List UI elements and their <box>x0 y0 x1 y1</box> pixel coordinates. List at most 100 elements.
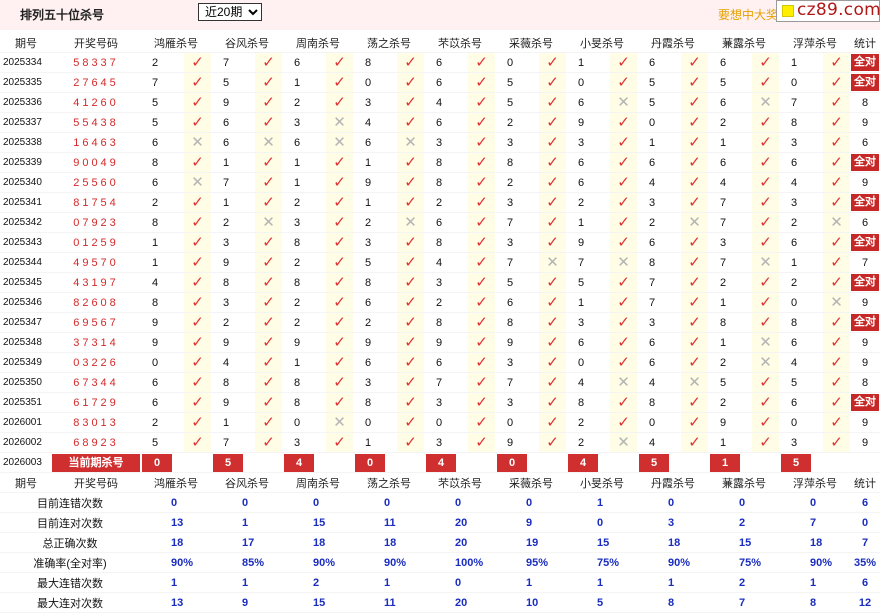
table-row: 2026001 83013 2 ✓ 1 ✓ 0 ✕ 0 ✓ 0 ✓ 0 ✓ 2 ✓ 0 ✓ 9 ✓ 0 ✓ 9 <box>0 412 880 433</box>
kill-number-cell: 6 <box>424 212 468 233</box>
kill-number-cell: 6 <box>353 292 397 313</box>
check-icon: ✓ <box>191 233 204 251</box>
check-icon: ✓ <box>830 193 843 211</box>
kill-number-cell: 0 <box>779 72 823 93</box>
table-row: 2025349 03226 0 ✓ 4 ✓ 1 ✓ 6 ✓ 6 ✓ 3 ✓ 0 ✓ 6 ✓ 2 ✕ 4 ✓ 9 <box>0 352 880 373</box>
check-icon: ✓ <box>617 53 630 71</box>
hit-mark-cell: ✓ <box>468 192 495 213</box>
cross-icon: ✕ <box>404 133 417 151</box>
column-header: 谷风杀号 <box>211 33 282 53</box>
check-icon: ✓ <box>191 413 204 431</box>
hit-mark-cell: ✓ <box>184 432 211 453</box>
stats-value-cell: 7 <box>708 592 779 613</box>
stats-row: 准确率(全对率) 90% 85% 90% 90% 100% 95% 75% 90% 75% 90% 3… <box>0 552 880 573</box>
site-logo[interactable]: cz89.com <box>776 0 880 22</box>
hit-mark-cell: ✓ <box>255 252 282 273</box>
kill-number-cell: 8 <box>211 372 255 393</box>
stats-tongji-cell: 7 <box>850 532 880 553</box>
check-icon: ✓ <box>333 93 346 111</box>
kill-number-cell: 8 <box>282 272 326 293</box>
hit-mark-cell: ✓ <box>184 152 211 173</box>
check-icon: ✓ <box>546 333 559 351</box>
kill-number-cell: 6 <box>282 52 326 73</box>
hit-mark-cell: ✓ <box>468 392 495 413</box>
kill-number-cell: 1 <box>140 232 184 253</box>
check-icon: ✓ <box>688 273 701 291</box>
stats-value-cell: 9 <box>211 592 282 613</box>
stats-value-cell: 0 <box>708 492 779 513</box>
check-icon: ✓ <box>546 313 559 331</box>
period-cell: 2025344 <box>0 252 52 273</box>
current-kill-cell: 0 <box>353 452 397 473</box>
hit-mark-cell: ✓ <box>681 352 708 373</box>
check-icon: ✓ <box>191 373 204 391</box>
check-icon: ✓ <box>830 173 843 191</box>
check-icon: ✓ <box>688 233 701 251</box>
kill-number-cell: 7 <box>708 252 752 273</box>
check-icon: ✓ <box>688 413 701 431</box>
check-icon: ✓ <box>688 193 701 211</box>
hit-mark-cell: ✓ <box>539 392 566 413</box>
check-icon: ✓ <box>404 293 417 311</box>
stats-label-cell: 准确率(全对率) <box>0 552 140 573</box>
check-icon: ✓ <box>617 393 630 411</box>
period-select[interactable]: 近20期 <box>198 3 262 21</box>
stats-value-cell: 1 <box>211 512 282 533</box>
hit-mark-cell: ✓ <box>610 212 637 233</box>
kill-number-cell: 6 <box>140 392 184 413</box>
column-header: 蒹露杀号 <box>708 33 779 53</box>
hit-mark-cell: ✓ <box>184 112 211 133</box>
kill-number-cell: 3 <box>424 272 468 293</box>
check-icon: ✓ <box>333 373 346 391</box>
check-icon: ✓ <box>191 113 204 131</box>
table-row: 2025344 49570 1 ✓ 9 ✓ 2 ✓ 5 ✓ 4 ✓ 7 ✕ 7 ✕ 8 ✓ 7 ✕ 1 ✓ 7 <box>0 252 880 273</box>
cross-icon: ✕ <box>688 213 701 231</box>
check-icon: ✓ <box>546 93 559 111</box>
kill-number-cell: 3 <box>637 192 681 213</box>
kill-number-cell: 9 <box>708 412 752 433</box>
hit-mark-cell: ✓ <box>468 332 495 353</box>
check-icon: ✓ <box>475 93 488 111</box>
kill-number-cell: 2 <box>566 412 610 433</box>
check-icon: ✓ <box>191 93 204 111</box>
hit-mark-cell: ✓ <box>539 212 566 233</box>
draw-result-cell: 68923 <box>52 432 140 453</box>
kill-number-cell: 8 <box>566 392 610 413</box>
page-title: 排列五十位杀号 <box>20 8 105 22</box>
hit-mark-cell: ✓ <box>397 92 424 113</box>
hit-mark-cell: ✓ <box>468 272 495 293</box>
hit-mark-cell: ✓ <box>752 232 779 253</box>
kill-number-cell: 1 <box>282 172 326 193</box>
kill-number-cell: 8 <box>424 152 468 173</box>
check-icon: ✓ <box>191 213 204 231</box>
kill-number-cell: 0 <box>637 412 681 433</box>
check-icon: ✓ <box>617 273 630 291</box>
hit-mark-cell: ✓ <box>326 52 353 73</box>
kill-number-cell: 6 <box>779 232 823 253</box>
tongji-cell: 全对 <box>850 232 880 253</box>
current-kill-cell: 4 <box>282 452 326 473</box>
stats-value-cell: 20 <box>424 532 495 553</box>
hit-mark-cell: ✓ <box>468 252 495 273</box>
kill-number-cell: 4 <box>637 372 681 393</box>
check-icon: ✓ <box>262 193 275 211</box>
tongji-cell: 9 <box>850 112 880 133</box>
check-icon: ✓ <box>546 233 559 251</box>
kill-number-cell: 0 <box>779 412 823 433</box>
current-kill-value: 5 <box>213 453 243 472</box>
kill-number-cell: 1 <box>211 192 255 213</box>
hit-mark-cell: ✓ <box>823 332 850 353</box>
cross-icon: ✕ <box>333 113 346 131</box>
stats-value-cell: 15 <box>282 592 353 613</box>
stats-value-cell: 7 <box>779 512 850 533</box>
stats-value-cell: 0 <box>211 492 282 513</box>
hit-mark-cell: ✓ <box>468 352 495 373</box>
check-icon: ✓ <box>191 193 204 211</box>
kill-number-cell: 2 <box>708 272 752 293</box>
hit-mark-cell: ✓ <box>681 412 708 433</box>
stats-value-cell: 19 <box>495 532 566 553</box>
kill-number-cell: 2 <box>282 252 326 273</box>
hit-mark-cell: ✓ <box>326 332 353 353</box>
cross-icon: ✕ <box>830 293 843 311</box>
kill-number-cell: 4 <box>211 352 255 373</box>
